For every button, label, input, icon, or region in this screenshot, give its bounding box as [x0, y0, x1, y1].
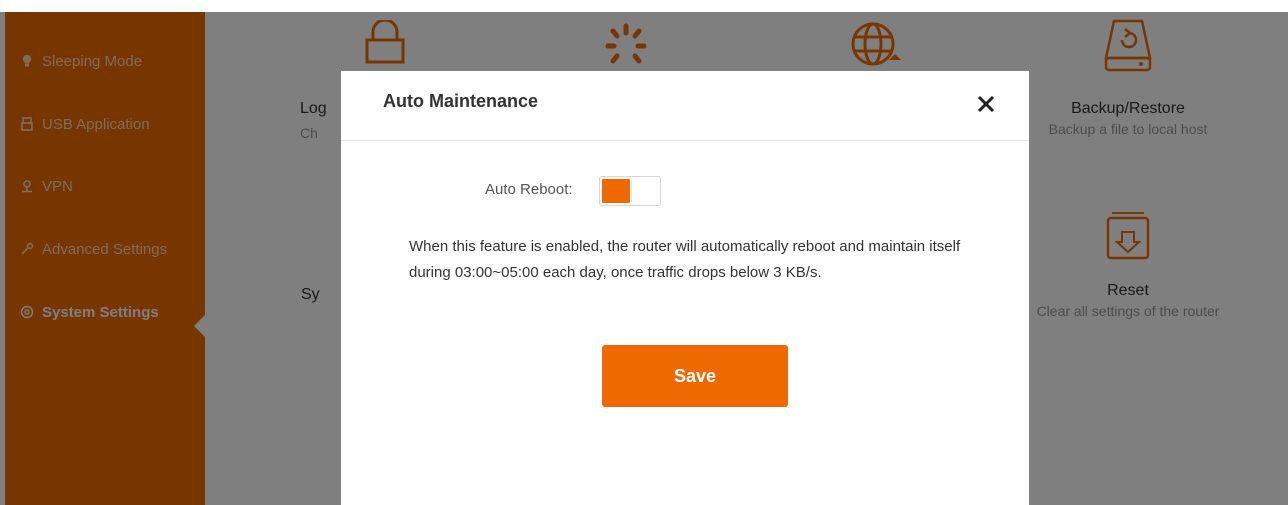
- save-button[interactable]: Save: [602, 345, 788, 407]
- top-strip: [0, 0, 1288, 12]
- auto-maintenance-dialog: Auto Maintenance Auto Reboot: When this …: [341, 71, 1029, 505]
- feature-description: When this feature is enabled, the router…: [409, 238, 961, 281]
- dialog-title: Auto Maintenance: [383, 91, 539, 111]
- auto-reboot-label: Auto Reboot:: [485, 181, 573, 198]
- close-icon: [977, 95, 995, 113]
- toggle-knob: [631, 178, 659, 204]
- auto-reboot-toggle[interactable]: [599, 176, 661, 206]
- auto-reboot-row: Auto Reboot:: [341, 174, 1029, 206]
- toggle-on-indicator: [602, 179, 630, 203]
- dialog-header: Auto Maintenance: [341, 71, 1029, 141]
- close-button[interactable]: [975, 93, 997, 115]
